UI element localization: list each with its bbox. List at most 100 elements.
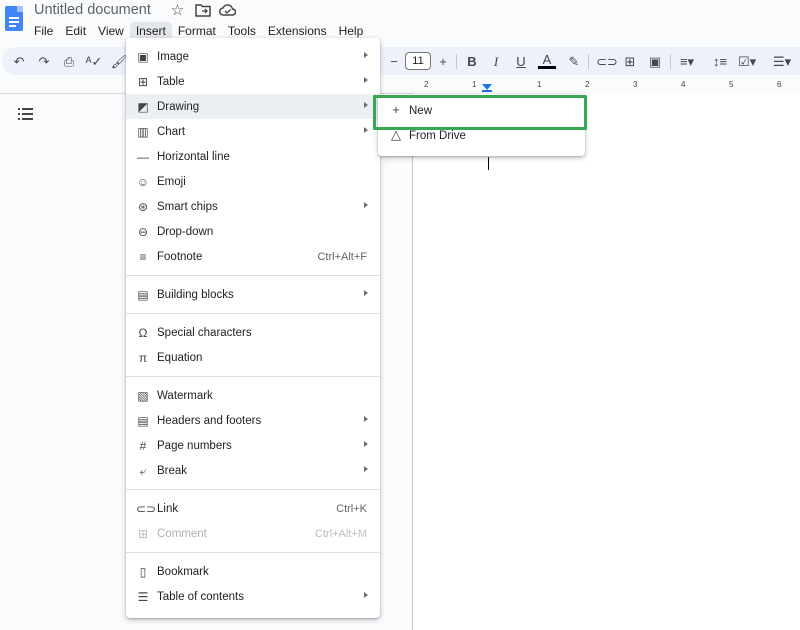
menu-item-chart[interactable]: ▥ Chart (126, 119, 380, 144)
align-icon[interactable]: ≡▾ (678, 53, 696, 71)
document-title[interactable]: Untitled document (34, 2, 151, 18)
italic-icon[interactable]: I (487, 53, 505, 71)
ruler[interactable]: 2 1 1 2 3 4 5 6 (412, 80, 800, 92)
docs-logo-icon[interactable] (5, 6, 23, 31)
underline-icon[interactable]: U (512, 53, 530, 71)
ruler-label: 2 (585, 80, 590, 89)
first-line-indent-marker[interactable] (482, 90, 492, 92)
footnote-icon: ≡ (139, 250, 147, 264)
bold-icon[interactable]: B (463, 53, 481, 71)
watermark-icon: ▧ (137, 389, 149, 403)
menu-item-label: Table of contents (157, 590, 244, 603)
menu-divider (126, 275, 380, 276)
menu-item-break[interactable]: ⤶ Break (126, 458, 380, 483)
submenu-arrow-icon (364, 290, 368, 296)
text-color-icon[interactable]: A (538, 53, 556, 69)
menu-item-equation[interactable]: π Equation (126, 345, 380, 370)
font-size-input[interactable]: 11 (405, 52, 431, 70)
menu-item-label: Link (157, 502, 179, 515)
menu-item-table-of-contents[interactable]: ☰ Table of contents (126, 584, 380, 609)
highlight-color-icon[interactable]: ✎ (565, 53, 583, 71)
menu-item-label: Special characters (157, 326, 252, 339)
print-icon[interactable]: ⎙ (60, 53, 78, 71)
break-icon: ⤶ (139, 464, 147, 478)
menu-divider (126, 489, 380, 490)
insert-link-icon[interactable]: ⊂⊃ (596, 53, 618, 71)
menu-item-drawing[interactable]: ◩ Drawing (126, 94, 380, 119)
toolbar-divider (588, 54, 589, 69)
ruler-label: 2 (424, 80, 429, 89)
submenu-item-label: From Drive (409, 129, 466, 142)
menu-item-label: Image (157, 50, 189, 63)
decrease-font-size-icon[interactable]: − (385, 53, 403, 71)
document-outline-icon[interactable] (18, 107, 34, 121)
bulleted-list-icon[interactable]: ☰▾ (773, 53, 791, 71)
menu-item-special-characters[interactable]: Ω Special characters (126, 320, 380, 345)
comment-icon: ⊞ (137, 527, 149, 541)
omega-icon: Ω (138, 326, 148, 340)
redo-icon[interactable]: ↷ (35, 53, 53, 71)
menu-item-bookmark[interactable]: ▯ Bookmark (126, 559, 380, 584)
shortcut-hint: Ctrl+Alt+F (317, 250, 367, 263)
link-icon: ⊂⊃ (136, 502, 157, 516)
menu-item-building-blocks[interactable]: ▤ Building blocks (126, 282, 380, 307)
menu-item-smart-chips[interactable]: ⊛ Smart chips (126, 194, 380, 219)
menu-item-label: Building blocks (157, 288, 234, 301)
line-spacing-icon[interactable]: ↕≡ (711, 53, 729, 71)
headers-footers-icon: ▤ (137, 414, 149, 428)
menu-item-footnote[interactable]: ≡ Footnote Ctrl+Alt+F (126, 244, 380, 269)
menu-edit[interactable]: Edit (59, 22, 92, 41)
text-cursor (488, 157, 489, 170)
building-blocks-icon: ▤ (137, 288, 149, 302)
image-icon: ▣ (137, 50, 149, 64)
star-icon[interactable]: ☆ (169, 3, 186, 19)
chart-icon: ▥ (137, 125, 149, 139)
hash-icon: # (139, 439, 147, 453)
menu-item-page-numbers[interactable]: # Page numbers (126, 433, 380, 458)
menu-item-label: Drop-down (157, 225, 214, 238)
menu-item-drop-down[interactable]: ⊖ Drop-down (126, 219, 380, 244)
menu-item-label: Comment (157, 527, 207, 540)
submenu-item-from-drive[interactable]: △ From Drive (378, 123, 585, 148)
folder-move-icon[interactable] (194, 3, 211, 19)
menu-divider (126, 313, 380, 314)
menu-item-label: Page numbers (157, 439, 232, 452)
add-comment-icon[interactable]: ⊞ (621, 53, 639, 71)
submenu-arrow-icon (364, 592, 368, 598)
menu-item-watermark[interactable]: ▧ Watermark (126, 383, 380, 408)
insert-menu: ▣ Image ⊞ Table ◩ Drawing ▥ Chart — Horizontal li… (126, 38, 380, 618)
menu-item-table[interactable]: ⊞ Table (126, 69, 380, 94)
toolbar-divider (456, 54, 457, 69)
menu-item-label: Emoji (157, 175, 186, 188)
menu-view[interactable]: View (92, 22, 130, 41)
menu-item-label: Drawing (157, 100, 200, 113)
menu-item-label: Watermark (157, 389, 213, 402)
menu-item-label: Headers and footers (157, 414, 262, 427)
ruler-label: 1 (537, 80, 542, 89)
menu-item-image[interactable]: ▣ Image (126, 44, 380, 69)
toolbar-divider (670, 54, 671, 69)
submenu-arrow-icon (364, 202, 368, 208)
smart-chips-icon: ⊛ (137, 200, 149, 214)
submenu-arrow-icon (364, 466, 368, 472)
submenu-arrow-icon (364, 127, 368, 133)
submenu-item-new[interactable]: + New (378, 98, 585, 123)
table-icon: ⊞ (137, 75, 149, 89)
menu-item-headers-and-footers[interactable]: ▤ Headers and footers (126, 408, 380, 433)
insert-image-icon[interactable]: ▣ (646, 53, 664, 71)
checklist-icon[interactable]: ☑▾ (738, 53, 756, 71)
document-page[interactable] (412, 93, 800, 630)
menu-item-label: Bookmark (157, 565, 209, 578)
increase-font-size-icon[interactable]: + (434, 53, 452, 71)
cloud-status-icon[interactable] (219, 3, 237, 19)
undo-icon[interactable]: ↶ (10, 53, 28, 71)
menu-item-emoji[interactable]: ☺ Emoji (126, 169, 380, 194)
dropdown-icon: ⊖ (137, 225, 149, 239)
ruler-label: 1 (472, 80, 477, 89)
menu-item-horizontal-line[interactable]: — Horizontal line (126, 144, 380, 169)
submenu-arrow-icon (364, 52, 368, 58)
emoji-icon: ☺ (136, 175, 150, 189)
spellcheck-icon[interactable]: ᴬ✓ (85, 53, 103, 71)
menu-file[interactable]: File (28, 22, 59, 41)
menu-item-link[interactable]: ⊂⊃ Link Ctrl+K (126, 496, 380, 521)
